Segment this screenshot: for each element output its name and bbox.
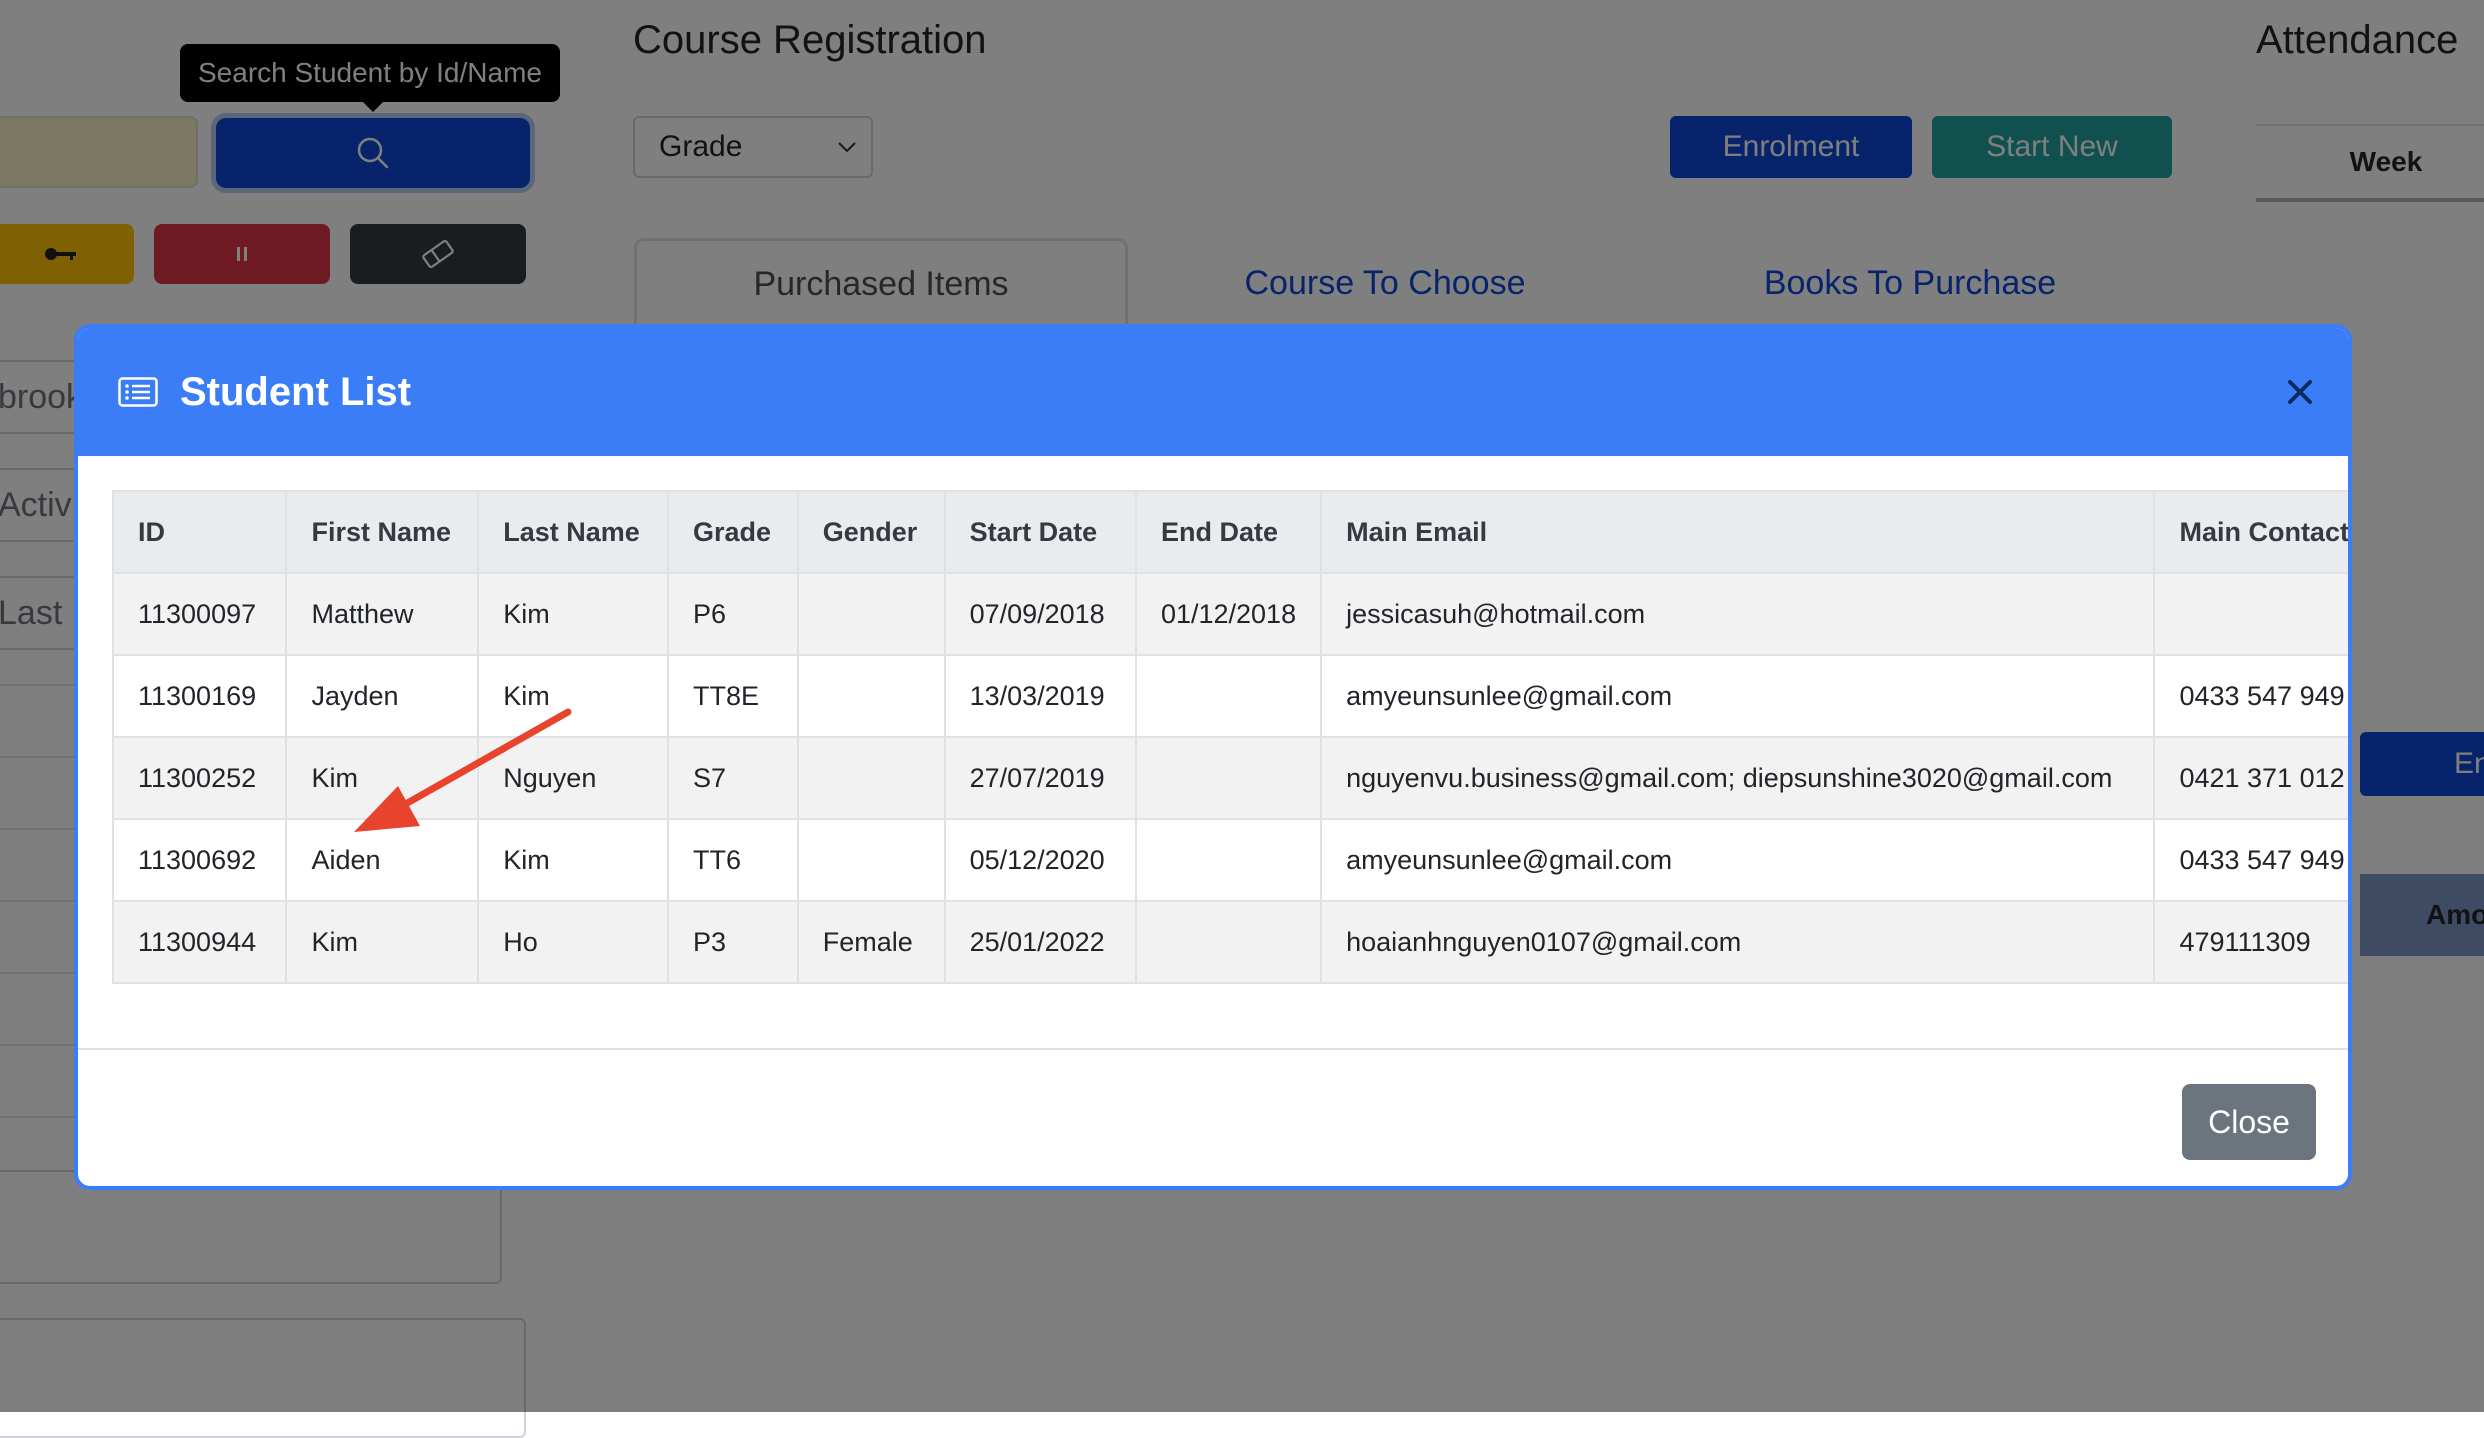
column-header-start-date[interactable]: Start Date [943,490,1137,574]
cell-main-email: jessicasuh@hotmail.com [1320,572,2156,656]
cell-first-name: Jayden [285,654,480,738]
column-header-last-name[interactable]: Last Name [477,490,669,574]
close-label: Close [2208,1103,2290,1140]
cell-last-name: Kim [477,572,669,656]
cell-first-name: Aiden [285,818,480,902]
cell-gender: Female [796,900,946,984]
student-list-modal: Student List ID First Name Last Name Gra… [74,324,2352,1190]
student-table: ID First Name Last Name Grade Gender Sta… [111,490,2348,984]
column-header-gender[interactable]: Gender [796,490,946,574]
cell-first-name: Kim [285,736,480,820]
cell-last-name: Kim [477,654,669,738]
cell-start-date: 05/12/2020 [943,818,1137,902]
cell-id: 11300097 [111,572,288,656]
modal-title: Student List [180,369,412,414]
cell-main-email: amyeunsunlee@gmail.com [1320,818,2156,902]
modal-header: Student List [78,328,2348,456]
cell-end-date [1134,654,1323,738]
cell-id: 11300692 [111,818,288,902]
column-header-first-name[interactable]: First Name [285,490,480,574]
cell-end-date [1134,900,1323,984]
cell-last-name: Kim [477,818,669,902]
cell-start-date: 13/03/2019 [943,654,1137,738]
table-row[interactable]: 11300169 Jayden Kim TT8E 13/03/2019 amye… [111,654,2348,738]
cell-main-contact: 479111309 [2153,900,2348,984]
table-row[interactable]: 11300252 Kim Nguyen S7 27/07/2019 nguyen… [111,736,2348,820]
column-header-grade[interactable]: Grade [666,490,799,574]
column-header-main-contact[interactable]: Main Contact [2153,490,2348,574]
column-header-id[interactable]: ID [111,490,288,574]
cell-last-name: Nguyen [477,736,669,820]
cell-grade: S7 [666,736,799,820]
cell-gender [796,654,946,738]
close-button[interactable]: Close [2182,1084,2316,1160]
cell-first-name: Matthew [285,572,480,656]
cell-first-name: Kim [285,900,480,984]
cell-grade: P3 [666,900,799,984]
cell-main-email: nguyenvu.business@gmail.com; diepsunshin… [1320,736,2156,820]
cell-main-contact [2153,572,2348,656]
cell-last-name: Ho [477,900,669,984]
cell-main-contact: 0421 371 012 [2153,736,2348,820]
cell-grade: TT6 [666,818,799,902]
cell-start-date: 27/07/2019 [943,736,1137,820]
column-header-main-email[interactable]: Main Email [1320,490,2156,574]
cell-id: 11300252 [111,736,288,820]
list-icon [118,377,158,407]
table-header-row: ID First Name Last Name Grade Gender Sta… [111,490,2348,574]
cell-main-contact: 0433 547 949 [2153,818,2348,902]
cell-id: 11300169 [111,654,288,738]
cell-grade: TT8E [666,654,799,738]
cell-main-email: hoaianhnguyen0107@gmail.com [1320,900,2156,984]
cell-end-date: 01/12/2018 [1134,572,1323,656]
table-row[interactable]: 11300944 Kim Ho P3 Female 25/01/2022 hoa… [111,900,2348,984]
table-row[interactable]: 11300692 Aiden Kim TT6 05/12/2020 amyeun… [111,818,2348,902]
cell-gender [796,572,946,656]
cell-end-date [1134,736,1323,820]
cell-main-email: amyeunsunlee@gmail.com [1320,654,2156,738]
student-table-container: ID First Name Last Name Grade Gender Sta… [111,490,2348,984]
modal-footer-divider [78,1048,2348,1050]
cell-gender [796,736,946,820]
cell-id: 11300944 [111,900,288,984]
cell-start-date: 07/09/2018 [943,572,1137,656]
cell-end-date [1134,818,1323,902]
cell-start-date: 25/01/2022 [943,900,1137,984]
table-row[interactable]: 11300097 Matthew Kim P6 07/09/2018 01/12… [111,572,2348,656]
cell-main-contact: 0433 547 949 [2153,654,2348,738]
cell-gender [796,818,946,902]
column-header-end-date[interactable]: End Date [1134,490,1323,574]
close-icon[interactable] [2280,372,2320,412]
cell-grade: P6 [666,572,799,656]
